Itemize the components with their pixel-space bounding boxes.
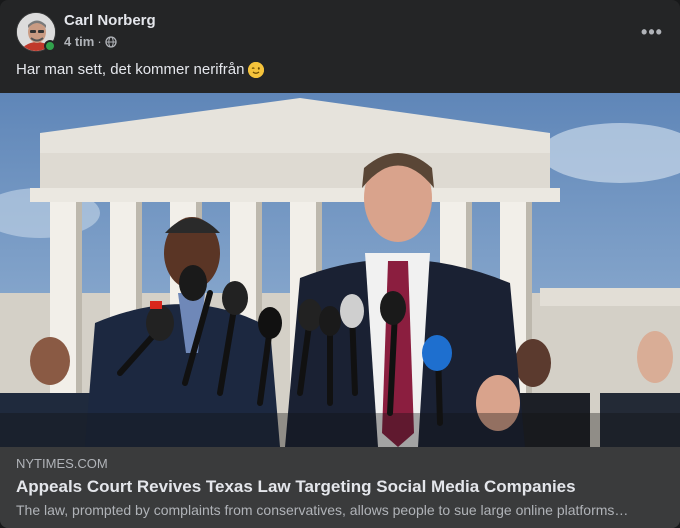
link-preview-card[interactable]: NYTIMES.COM Appeals Court Revives Texas … xyxy=(0,447,680,528)
post-meta: 4 tim · xyxy=(64,34,117,49)
online-status-indicator xyxy=(44,40,56,52)
link-title[interactable]: Appeals Court Revives Texas Law Targetin… xyxy=(16,476,664,498)
link-domain: NYTIMES.COM xyxy=(16,456,108,471)
winking-face-icon xyxy=(248,62,265,78)
post-header: Carl Norberg 4 tim · ••• xyxy=(16,12,664,56)
post-timestamp[interactable]: 4 tim xyxy=(64,34,94,49)
globe-icon[interactable] xyxy=(105,35,117,48)
press-conference-photo xyxy=(0,93,680,447)
link-preview-image[interactable] xyxy=(0,93,680,447)
feed-post: Carl Norberg 4 tim · ••• Har man sett, d… xyxy=(0,0,680,528)
more-options-button[interactable]: ••• xyxy=(636,18,668,46)
author-name[interactable]: Carl Norberg xyxy=(64,12,156,29)
meta-separator: · xyxy=(97,34,102,49)
post-message: Har man sett, det kommer nerifrån xyxy=(16,61,265,78)
post-message-text: Har man sett, det kommer nerifrån xyxy=(16,61,245,78)
link-description: The law, prompted by complaints from con… xyxy=(16,502,629,518)
